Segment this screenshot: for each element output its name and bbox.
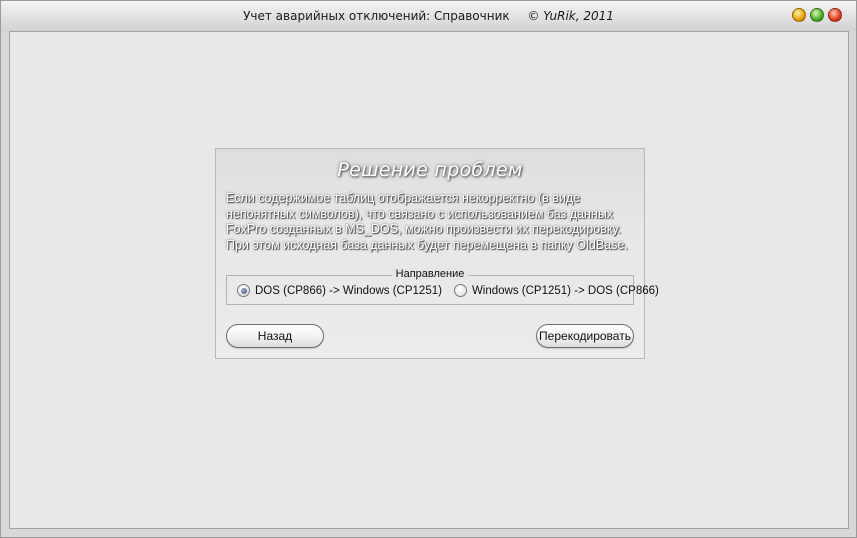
- window-controls: [792, 8, 842, 22]
- window-copyright: © YuRik, 2011: [527, 9, 614, 23]
- direction-legend: Направление: [391, 268, 469, 280]
- radio-label-dos-to-windows[interactable]: DOS (CP866) -> Windows (CP1251): [255, 285, 442, 297]
- content-area: Решение проблем Если содержимое таблиц о…: [9, 31, 849, 529]
- close-button[interactable]: [828, 8, 842, 22]
- radio-label-windows-to-dos[interactable]: Windows (CP1251) -> DOS (CP866): [472, 285, 659, 297]
- back-button[interactable]: Назад: [226, 324, 324, 348]
- direction-group: Направление DOS (CP866) -> Windows (CP12…: [226, 268, 659, 305]
- radio-selected-dot: [240, 287, 247, 294]
- app-window: Учет аварийных отключений: Справочник © …: [0, 0, 857, 538]
- window-title: Учет аварийных отключений: Справочник: [243, 9, 510, 23]
- title-bar[interactable]: Учет аварийных отключений: Справочник © …: [1, 1, 856, 31]
- panel-description: Если содержимое таблиц отображается неко…: [226, 191, 628, 252]
- radio-dos-to-windows[interactable]: [237, 284, 250, 297]
- troubleshooting-panel: Решение проблем Если содержимое таблиц о…: [215, 148, 659, 359]
- minimize-button[interactable]: [792, 8, 806, 22]
- panel-title: Решение проблем: [337, 159, 523, 181]
- recode-button[interactable]: Перекодировать: [536, 324, 634, 348]
- radio-windows-to-dos[interactable]: [453, 284, 467, 297]
- maximize-button[interactable]: [810, 8, 824, 22]
- direction-options: DOS (CP866) -> Windows (CP1251) Windows …: [237, 284, 671, 297]
